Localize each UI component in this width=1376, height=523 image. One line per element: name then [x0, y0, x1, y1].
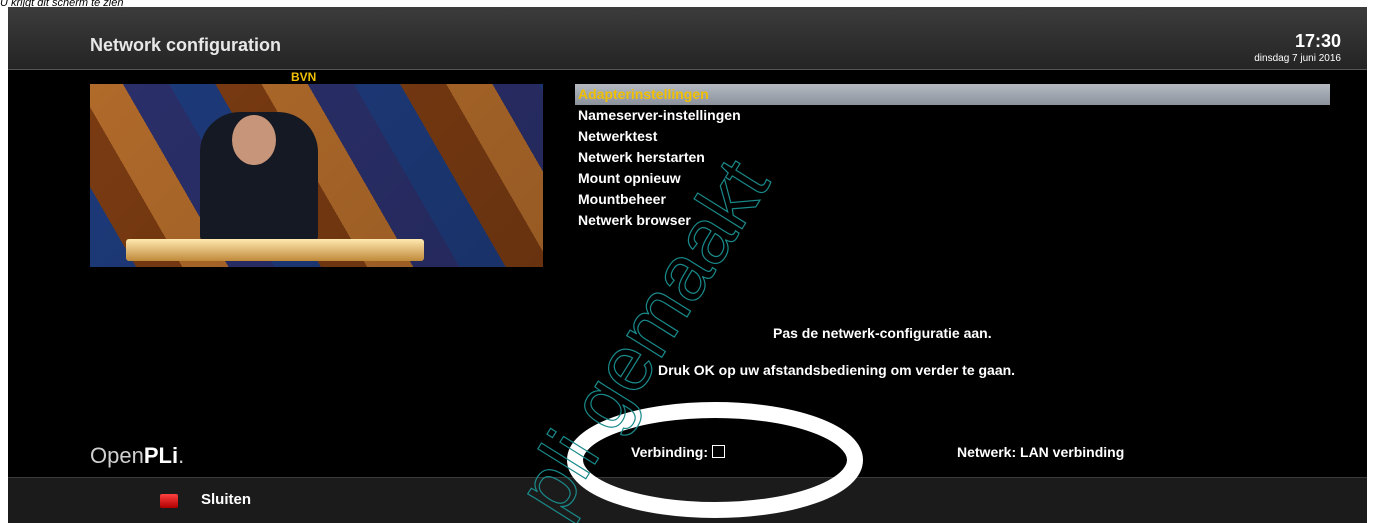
- menu-item-netwerktest[interactable]: Netwerktest: [575, 126, 1330, 147]
- channel-name: BVN: [291, 70, 317, 84]
- clock: 17:30: [1294, 31, 1341, 51]
- info-line-1: Pas de netwerk-configuratie aan.: [773, 325, 992, 341]
- red-key-icon: [160, 494, 178, 508]
- tv-screen: Network configuration 17:30 dinsdag 7 ju…: [8, 7, 1367, 523]
- menu-item-mountbeheer[interactable]: Mountbeheer: [575, 189, 1330, 210]
- logo-prefix: Open: [90, 443, 144, 468]
- verbinding-label: Verbinding:: [631, 444, 708, 460]
- info-line-2: Druk OK op uw afstandsbediening om verde…: [658, 362, 1016, 378]
- menu-item-netwerk-browser[interactable]: Netwerk browser: [575, 210, 1330, 231]
- button-bar: Sluiten: [8, 477, 1367, 523]
- presenter-head: [232, 115, 276, 165]
- verbinding-checkbox-icon: [712, 445, 725, 458]
- date: dinsdag 7 juni 2016: [1254, 53, 1341, 64]
- page-title: Network configuration: [90, 35, 282, 55]
- desk-bar: [126, 239, 424, 261]
- menu-item-mount-opnieuw[interactable]: Mount opnieuw: [575, 168, 1330, 189]
- network-menu: Adapterinstellingen Nameserver-instellin…: [575, 84, 1330, 231]
- menu-item-nameserver[interactable]: Nameserver-instellingen: [575, 105, 1330, 126]
- logo-suffix: .: [178, 443, 185, 468]
- logo-bold: PLi: [143, 443, 179, 468]
- netwerk-status: Netwerk: LAN verbinding: [957, 444, 1125, 460]
- verbinding-status: Verbinding:: [631, 444, 725, 460]
- tv-preview: [90, 84, 543, 267]
- menu-item-netwerk-herstarten[interactable]: Netwerk herstarten: [575, 147, 1330, 168]
- title-bar: Network configuration 17:30 dinsdag 7 ju…: [8, 7, 1367, 70]
- close-button[interactable]: Sluiten: [201, 491, 251, 508]
- openpli-logo: OpenPLi.: [90, 443, 184, 469]
- menu-item-adapterinstellingen[interactable]: Adapterinstellingen: [575, 84, 1330, 105]
